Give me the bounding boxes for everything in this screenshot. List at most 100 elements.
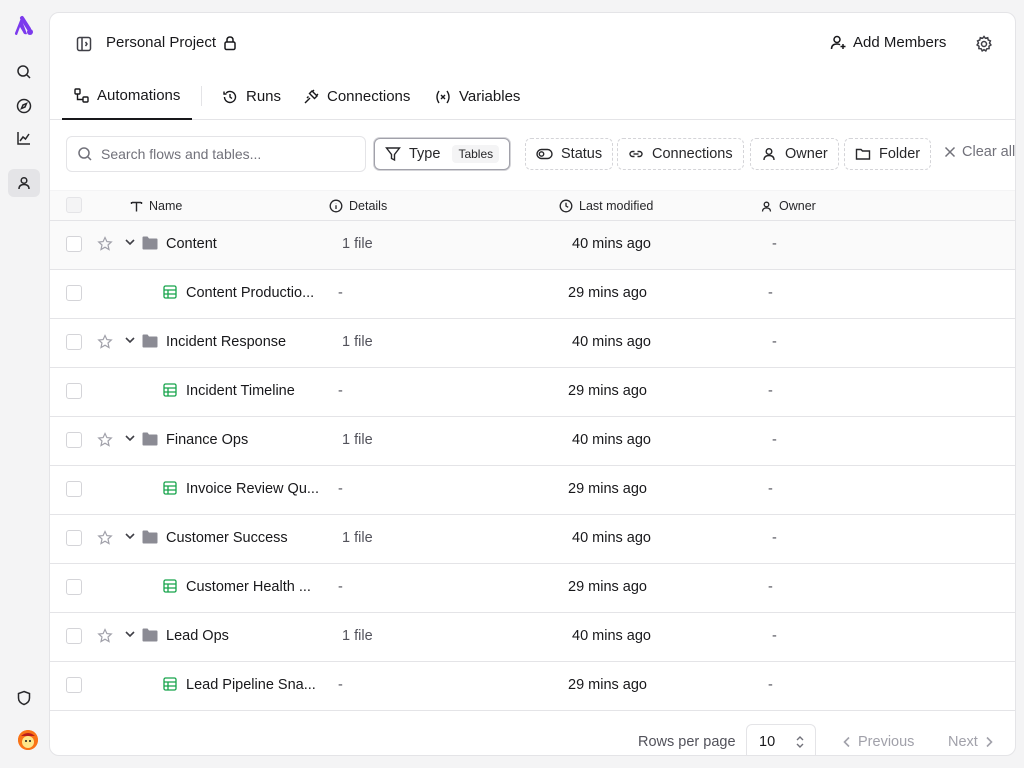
folder-icon — [142, 432, 158, 446]
row-name: Finance Ops — [166, 432, 249, 448]
info-icon — [329, 199, 343, 213]
left-rail — [0, 0, 48, 768]
tab-divider — [201, 86, 202, 106]
connections-filter-button[interactable]: Connections — [617, 138, 744, 170]
table-row[interactable]: Lead Pipeline Sna... - 29 mins ago - — [50, 662, 1015, 711]
row-name: Lead Ops — [166, 628, 229, 644]
chevron-down-icon[interactable] — [124, 628, 136, 640]
tab-variables[interactable]: Variables — [435, 73, 520, 120]
star-icon[interactable] — [97, 236, 113, 252]
type-filter-label: Type — [409, 146, 441, 162]
page-header: Personal Project Add Members — [50, 13, 1015, 73]
table-row[interactable]: Customer Success 1 file 40 mins ago - — [50, 515, 1015, 564]
column-header-details[interactable]: Details — [329, 199, 387, 213]
row-details: 1 file — [342, 530, 373, 546]
row-checkbox[interactable] — [66, 628, 82, 644]
table-row[interactable]: Incident Response 1 file 40 mins ago - — [50, 319, 1015, 368]
search-icon[interactable] — [8, 58, 40, 86]
star-icon[interactable] — [97, 530, 113, 546]
column-header-owner[interactable]: Owner — [760, 199, 816, 213]
user-project-icon[interactable] — [8, 169, 40, 197]
text-type-icon — [130, 200, 143, 213]
row-checkbox[interactable] — [66, 481, 82, 497]
tab-bar: Automations Runs Connections Variables — [50, 73, 1015, 120]
table-grid-icon — [163, 285, 177, 299]
star-icon[interactable] — [97, 628, 113, 644]
row-modified: 29 mins ago — [568, 677, 647, 693]
next-page-button[interactable]: Next — [948, 734, 994, 750]
row-checkbox[interactable] — [66, 677, 82, 693]
row-checkbox[interactable] — [66, 285, 82, 301]
column-header-name[interactable]: Name — [130, 199, 182, 213]
rows-per-page-value: 10 — [759, 734, 776, 750]
table-row[interactable]: Finance Ops 1 file 40 mins ago - — [50, 417, 1015, 466]
folder-filter-button[interactable]: Folder — [844, 138, 932, 170]
folder-icon — [142, 530, 158, 544]
previous-label: Previous — [858, 734, 915, 750]
row-modified: 40 mins ago — [572, 628, 651, 644]
column-label: Details — [349, 199, 388, 213]
row-name: Customer Success — [166, 530, 288, 546]
table-row[interactable]: Content Productio... - 29 mins ago - — [50, 270, 1015, 319]
status-filter-button[interactable]: Status — [525, 138, 614, 170]
gear-icon[interactable] — [975, 35, 993, 53]
table-row[interactable]: Lead Ops 1 file 40 mins ago - — [50, 613, 1015, 662]
table-row[interactable]: Customer Health ... - 29 mins ago - — [50, 564, 1015, 613]
row-checkbox[interactable] — [66, 432, 82, 448]
clear-all-button[interactable]: Clear all — [944, 144, 1015, 160]
rows-per-page-select[interactable]: 10 — [746, 724, 816, 755]
shield-icon[interactable] — [8, 684, 40, 712]
search-input[interactable] — [101, 146, 351, 162]
row-modified: 29 mins ago — [568, 383, 647, 399]
tab-connections[interactable]: Connections — [303, 73, 410, 120]
table-row[interactable]: Content 1 file 40 mins ago - — [50, 221, 1015, 270]
analytics-chart-icon[interactable] — [8, 124, 40, 152]
row-details: 1 file — [342, 236, 373, 252]
chevron-down-icon[interactable] — [124, 334, 136, 346]
search-icon — [77, 146, 93, 162]
close-icon — [944, 146, 956, 158]
type-filter-button[interactable]: Type Tables — [374, 138, 511, 170]
chevron-down-icon[interactable] — [124, 236, 136, 248]
column-header-last-modified[interactable]: Last modified — [559, 199, 653, 213]
row-checkbox[interactable] — [66, 236, 82, 252]
tab-automations[interactable]: Automations — [62, 73, 193, 120]
table-row[interactable]: Incident Timeline - 29 mins ago - — [50, 368, 1015, 417]
clock-icon — [559, 199, 573, 213]
user-icon — [761, 146, 777, 162]
explore-compass-icon[interactable] — [8, 92, 40, 120]
row-modified: 40 mins ago — [572, 530, 651, 546]
tab-runs[interactable]: Runs — [222, 73, 281, 120]
row-checkbox[interactable] — [66, 383, 82, 399]
select-all-checkbox[interactable] — [66, 197, 82, 213]
avatar[interactable] — [18, 730, 38, 750]
row-checkbox[interactable] — [66, 579, 82, 595]
chevron-down-icon[interactable] — [124, 432, 136, 444]
previous-page-button[interactable]: Previous — [842, 734, 914, 750]
row-name: Incident Response — [166, 334, 287, 350]
clear-all-label: Clear all — [962, 144, 1016, 160]
row-name: Incident Timeline — [186, 383, 295, 399]
row-owner: - — [772, 432, 777, 448]
sidebar-toggle-icon[interactable] — [75, 35, 93, 53]
chevron-down-icon[interactable] — [124, 530, 136, 542]
owner-filter-button[interactable]: Owner — [750, 138, 839, 170]
add-members-button[interactable]: Add Members — [830, 34, 946, 51]
row-checkbox[interactable] — [66, 334, 82, 350]
row-modified: 29 mins ago — [568, 481, 647, 497]
app-logo-icon[interactable] — [12, 15, 36, 39]
row-details: - — [338, 285, 343, 301]
row-checkbox[interactable] — [66, 530, 82, 546]
table-row[interactable]: Invoice Review Qu... - 29 mins ago - — [50, 466, 1015, 515]
user-icon — [760, 200, 773, 213]
chevron-left-icon — [842, 736, 852, 748]
row-name: Content — [166, 236, 217, 252]
folder-icon — [142, 236, 158, 250]
row-details: 1 file — [342, 628, 373, 644]
column-label: Last modified — [579, 199, 654, 213]
table-grid-icon — [163, 481, 177, 495]
row-owner: - — [768, 285, 773, 301]
star-icon[interactable] — [97, 432, 113, 448]
row-owner: - — [772, 236, 777, 252]
star-icon[interactable] — [97, 334, 113, 350]
